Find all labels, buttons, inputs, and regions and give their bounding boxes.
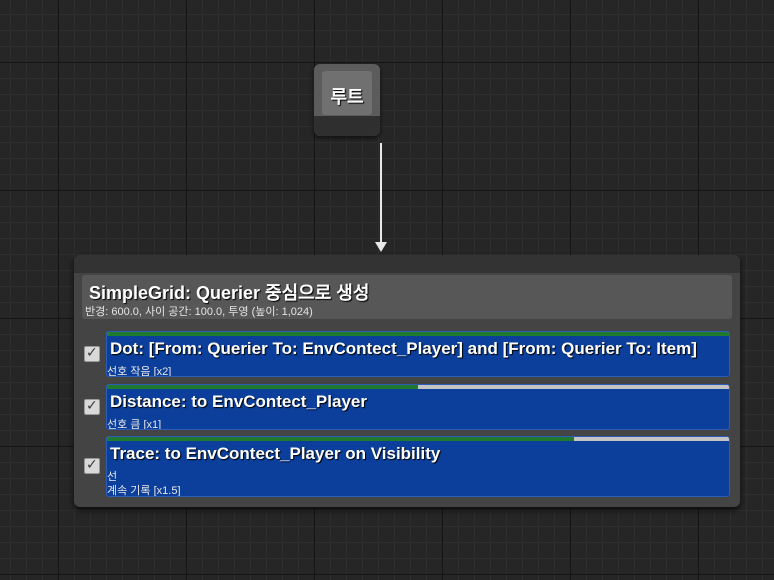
test-enabled-checkbox[interactable]: ✓: [84, 345, 100, 362]
test-row-distance[interactable]: ✓ Distance: to EnvContect_Player 선호 큼 [x…: [82, 384, 732, 430]
test-title: Trace: to EnvContect_Player on Visibilit…: [110, 444, 441, 463]
test-description: 계속 기록 [x1.5]: [107, 485, 181, 497]
test-title: Distance: to EnvContect_Player: [110, 392, 367, 411]
score-bar-fill: [107, 437, 574, 441]
test-row-trace[interactable]: ✓ Trace: to EnvContect_Player on Visibil…: [82, 436, 732, 497]
generator-node[interactable]: SimpleGrid: Querier 중심으로 생성 반경: 600.0, 사…: [74, 255, 740, 507]
test-description: 선호 큼 [x1]: [107, 419, 162, 430]
generator-header: SimpleGrid: Querier 중심으로 생성 반경: 600.0, 사…: [82, 275, 732, 319]
checkmark-icon: ✓: [86, 457, 98, 473]
generator-params: 반경: 600.0, 사이 공간: 100.0, 투영 (높이: 1,024): [85, 306, 313, 318]
arrow-down-icon: [375, 242, 387, 252]
checkmark-icon: ✓: [86, 398, 98, 414]
generator-input-pin[interactable]: [74, 255, 740, 273]
score-bar: [107, 437, 729, 441]
root-node-body: 루트: [322, 71, 372, 115]
test-box[interactable]: Distance: to EnvContect_Player 선호 큼 [x1]: [106, 384, 730, 430]
root-node[interactable]: 루트: [314, 64, 380, 136]
test-row-dot[interactable]: ✓ Dot: [From: Querier To: EnvContect_Pla…: [82, 331, 732, 377]
generator-title: SimpleGrid: Querier 중심으로 생성: [89, 283, 370, 303]
test-description: 선호 작음 [x2]: [107, 366, 172, 377]
score-bar: [107, 332, 729, 336]
test-box[interactable]: Dot: [From: Querier To: EnvContect_Playe…: [106, 331, 730, 377]
checkmark-icon: ✓: [86, 345, 98, 361]
connection-wire: [380, 143, 382, 243]
score-bar: [107, 385, 729, 389]
score-bar-fill: [107, 332, 729, 336]
root-node-label: 루트: [330, 87, 364, 107]
root-output-pin[interactable]: [314, 116, 380, 136]
test-title: Dot: [From: Querier To: EnvContect_Playe…: [110, 339, 697, 358]
test-enabled-checkbox[interactable]: ✓: [84, 398, 100, 415]
test-box[interactable]: Trace: to EnvContect_Player on Visibilit…: [106, 436, 730, 497]
test-enabled-checkbox[interactable]: ✓: [84, 457, 100, 474]
score-bar-fill: [107, 385, 418, 389]
